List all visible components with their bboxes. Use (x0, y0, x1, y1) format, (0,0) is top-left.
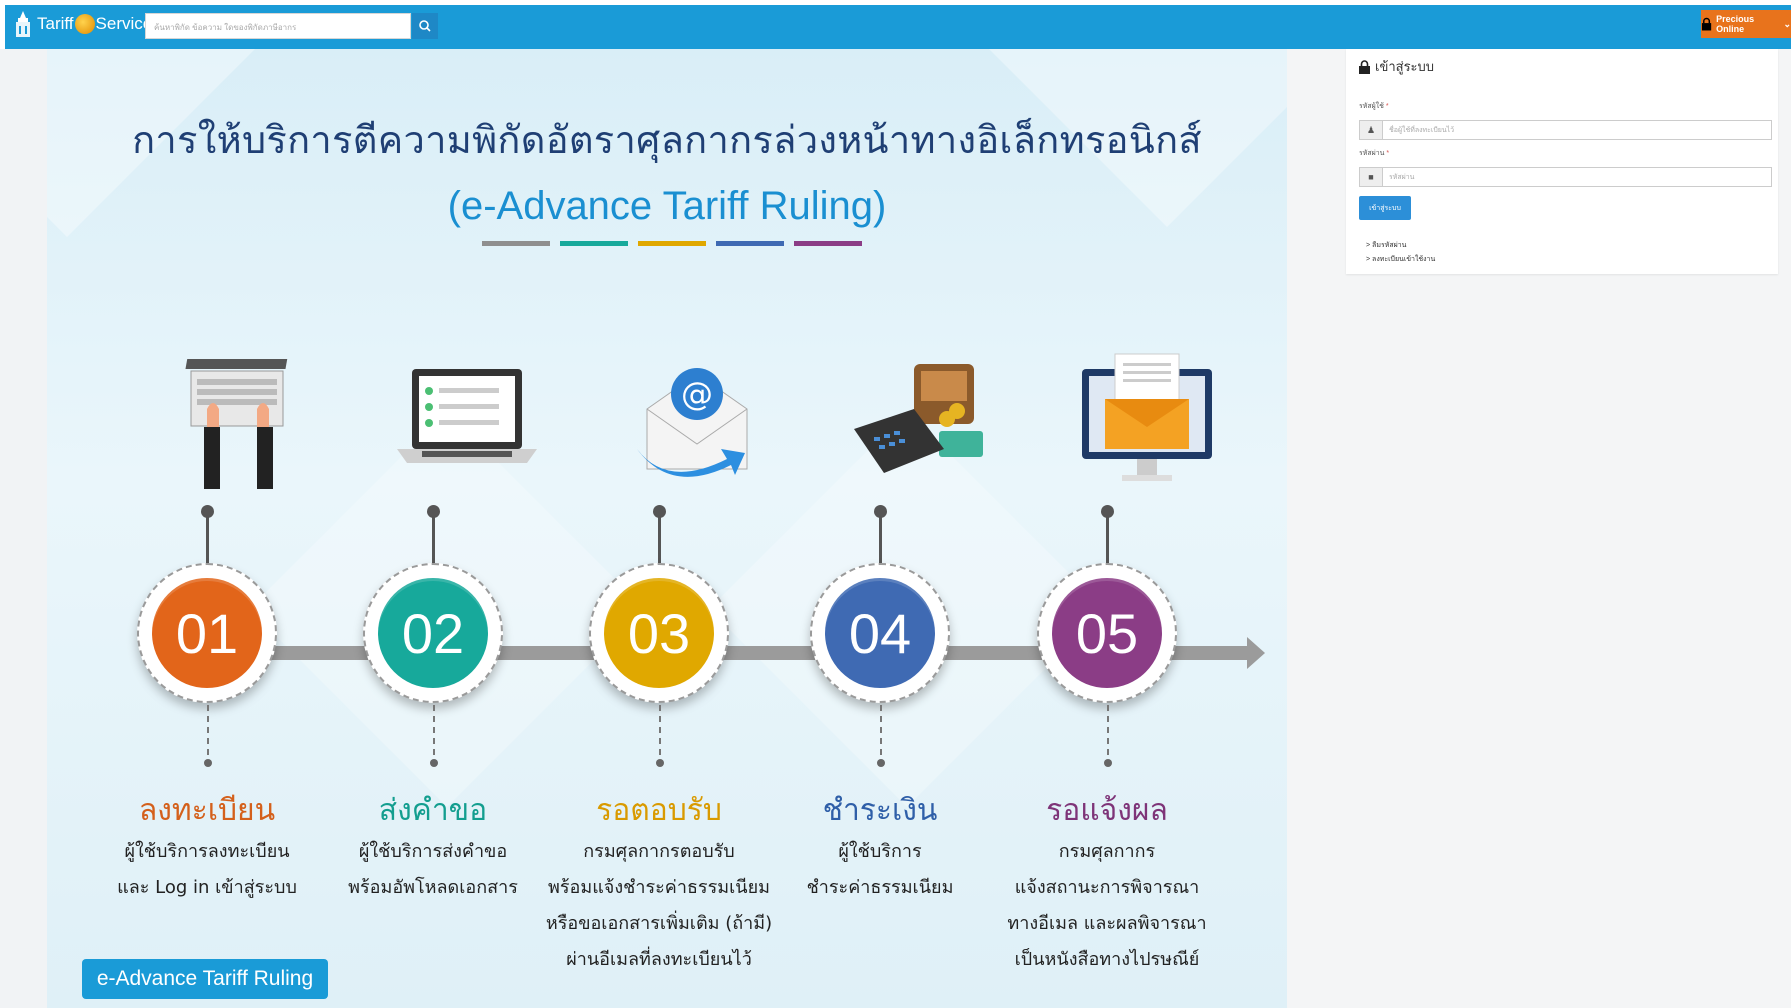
step-description-line: ผู้ใช้บริการส่งคำขอ (358, 841, 508, 862)
connector-dot (430, 759, 438, 767)
left-margin (0, 49, 47, 1008)
timeline-arrow (1247, 637, 1265, 669)
banner-title: การให้บริการตีความพิกัดอัตราศุลกากรล่วงห… (132, 118, 1202, 162)
step-number-badge: 05 (1037, 563, 1177, 703)
user-icon: ♟ (1360, 121, 1383, 139)
lock-icon (1359, 59, 1370, 74)
connector-dash (880, 705, 882, 755)
step-description-line: และ Log in เข้าสู่ระบบ (117, 877, 297, 898)
connector-pin (427, 505, 440, 563)
step-description: ผู้ใช้บริการชำระค่าธรรมเนียม (750, 834, 1010, 906)
connector-pin (201, 505, 214, 563)
step-number: 01 (152, 578, 262, 688)
password-placeholder: รหัสผ่าน (1389, 173, 1415, 181)
step-description-line: กรมศุลกากร (1058, 841, 1156, 862)
register-link[interactable]: > ลงทะเบียนเข้าใช้งาน (1366, 254, 1435, 265)
step-description: กรมศุลกากรแจ้งสถานะการพิจารณาทางอีเมล แล… (977, 834, 1237, 978)
step-number-badge: 04 (810, 563, 950, 703)
connector-dot (656, 759, 664, 767)
required-mark: * (1385, 103, 1389, 110)
step-title: ลงทะเบียน (138, 793, 276, 828)
forgot-password-text: ลืมรหัสผ่าน (1372, 242, 1407, 249)
step-description-line: ผู้ใช้บริการ (838, 841, 922, 862)
divider-bar (560, 241, 628, 246)
step-description: ผู้ใช้บริการลงทะเบียนและ Log in เข้าสู่ร… (77, 834, 337, 906)
username-label-text: รหัสผู้ใช้ (1359, 103, 1384, 110)
connector-pin (1101, 505, 1114, 563)
divider-bar (482, 241, 550, 246)
connector-dot (204, 759, 212, 767)
step-description-line: พร้อมอัพโหลดเอกสาร (348, 877, 518, 898)
login-button[interactable]: เข้าสู่ระบบ (1359, 196, 1411, 220)
laptop-checklist-icon (397, 369, 537, 463)
precious-online-label: Precious Online (1716, 14, 1755, 34)
step-description: ผู้ใช้บริการส่งคำขอพร้อมอัพโหลดเอกสาร (303, 834, 563, 906)
banner-subtitle: (e-Advance Tariff Ruling) (447, 184, 887, 228)
connector-dash (1107, 705, 1109, 755)
computer-email-icon (1082, 353, 1212, 481)
register-text: ลงทะเบียนเข้าใช้งาน (1372, 256, 1436, 263)
lock-icon: ■ (1360, 168, 1383, 186)
forgot-password-link[interactable]: > ลืมรหัสผ่าน (1366, 240, 1406, 251)
search-input[interactable]: ค้นหาพิกัด ข้อความ ใดของพิกัดภาษีอากร (145, 13, 411, 39)
password-label-text: รหัสผ่าน (1359, 150, 1385, 157)
step-description-line: หรือขอเอกสารเพิ่มเติม (ถ้ามี) (545, 913, 773, 934)
step-description-line: ผ่านอีเมลที่ลงทะเบียนไว้ (566, 949, 752, 970)
email-icon: @ (637, 368, 748, 477)
connector-dash (659, 705, 661, 755)
required-mark: * (1386, 150, 1390, 157)
color-divider (482, 241, 862, 246)
precious-online-button[interactable]: Precious Online ⌄ (1701, 10, 1791, 38)
search-button[interactable] (412, 13, 438, 39)
username-label: รหัสผู้ใช้ * (1359, 101, 1389, 112)
step-title: ส่งคำขอ (378, 793, 488, 828)
divider-bar (638, 241, 706, 246)
lock-icon (1701, 17, 1712, 31)
step-number: 04 (825, 578, 935, 688)
brand-name-left: Tariff (37, 14, 74, 33)
laptop-typing-icon (185, 359, 288, 489)
step-description-line: ทางอีเมล และผลพิจารณา (1007, 913, 1207, 934)
password-label: รหัสผ่าน * (1359, 148, 1389, 159)
connector-dash (207, 705, 209, 755)
brand-logo[interactable]: Tariff Service (15, 11, 152, 37)
step-description-line: เป็นหนังสือทางไปรษณีย์ (1014, 949, 1200, 970)
username-field[interactable]: ♟ ชื่อผู้ใช้ที่ลงทะเบียนไว้ (1359, 120, 1772, 140)
search-icon (419, 20, 431, 32)
svg-text:@: @ (681, 375, 713, 413)
login-panel (1346, 49, 1778, 274)
step-number: 02 (378, 578, 488, 688)
step-number: 05 (1052, 578, 1162, 688)
username-placeholder: ชื่อผู้ใช้ที่ลงทะเบียนไว้ (1389, 126, 1455, 134)
login-heading-text: เข้าสู่ระบบ (1375, 60, 1435, 75)
process-banner: การให้บริการตีความพิกัดอัตราศุลกากรล่วงห… (47, 49, 1287, 1008)
step-title: รอแจ้งผล (1046, 793, 1168, 828)
step-number: 03 (604, 578, 714, 688)
brand-name-right: Service (95, 14, 153, 33)
connector-dash (433, 705, 435, 755)
step-description-line: ผู้ใช้บริการลงทะเบียน (124, 841, 290, 862)
step-description-line: แจ้งสถานะการพิจารณา (1014, 877, 1200, 898)
step-number-badge: 02 (363, 563, 503, 703)
step-description-line: ชำระค่าธรรมเนียม (806, 877, 954, 898)
e-advance-tariff-ruling-button[interactable]: e-Advance Tariff Ruling (82, 959, 328, 999)
divider-bar (716, 241, 784, 246)
divider-bar (794, 241, 862, 246)
connector-pin (653, 505, 666, 563)
connector-pin (874, 505, 887, 563)
login-heading: เข้าสู่ระบบ (1359, 56, 1434, 77)
step-number-badge: 03 (589, 563, 729, 703)
globe-icon (74, 14, 95, 34)
connector-dot (877, 759, 885, 767)
step-number-badge: 01 (137, 563, 277, 703)
step-title: ชำระเงิน (822, 793, 938, 828)
payment-terminal-icon (854, 364, 983, 473)
building-icon (16, 11, 30, 37)
connector-dot (1104, 759, 1112, 767)
password-field[interactable]: ■ รหัสผ่าน (1359, 167, 1772, 187)
chevron-down-icon: ⌄ (1783, 18, 1791, 29)
